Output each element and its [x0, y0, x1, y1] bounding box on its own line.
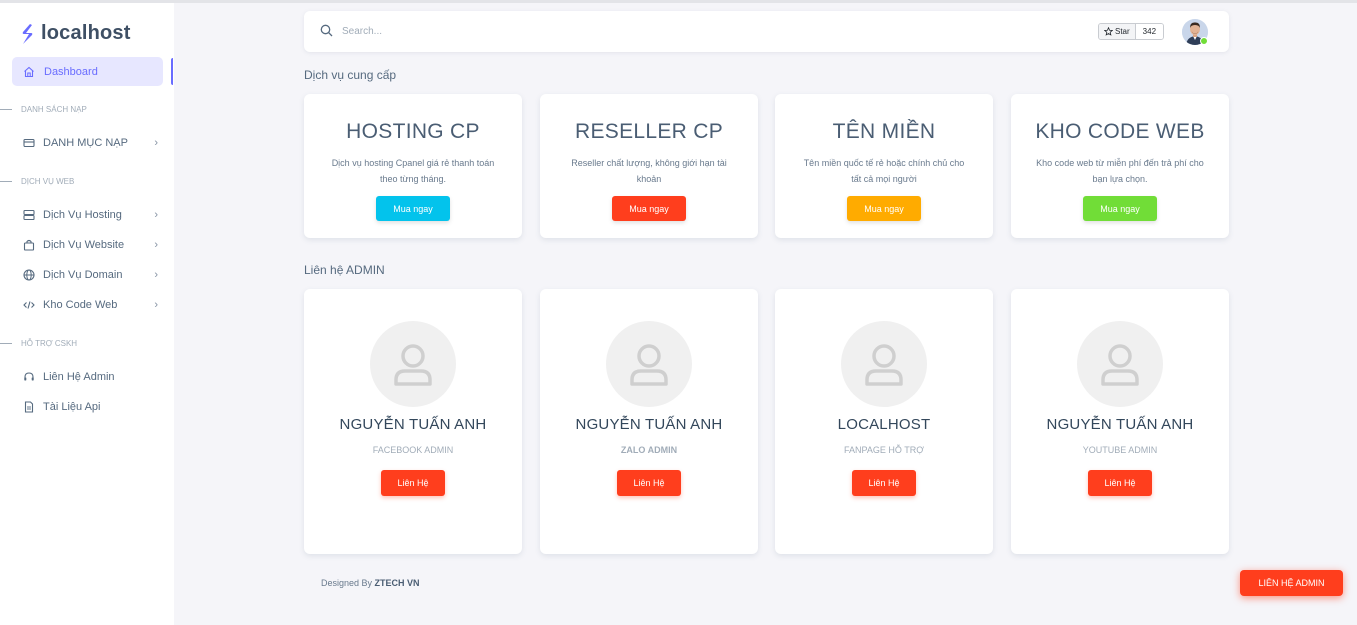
contact-role: ZALO ADMIN — [620, 445, 678, 455]
service-card-hosting: HOSTING CP Dịch vụ hosting Cpanel giá rẻ… — [304, 94, 522, 238]
contact-button[interactable]: Liên Hệ — [617, 470, 681, 496]
contact-button[interactable]: Liên Hệ — [1088, 470, 1152, 496]
online-status-dot — [1200, 37, 1208, 45]
globe-icon — [23, 269, 35, 281]
sidebar-item-label: Dashboard — [44, 65, 98, 78]
sidebar-item-domain[interactable]: Dịch Vụ Domain › — [23, 266, 158, 284]
contact-name: NGUYỄN TUẤN ANH — [1046, 416, 1194, 433]
sidebar-item-website[interactable]: Dịch Vụ Website › — [23, 236, 158, 254]
brand-name: localhost — [41, 22, 131, 44]
service-title: KHO CODE WEB — [1035, 120, 1205, 143]
menu-header-support: HỖ TRỢ CSKH — [0, 339, 77, 348]
search-input[interactable] — [342, 23, 482, 39]
chevron-right-icon: › — [154, 137, 158, 149]
chevron-right-icon: › — [154, 299, 158, 311]
contact-button[interactable]: Liên Hệ — [852, 470, 916, 496]
menu-header-deposit: DANH SÁCH NẠP — [0, 105, 87, 114]
headset-icon — [23, 371, 35, 383]
shopping-bag-icon — [23, 239, 35, 251]
service-title: TÊN MIỀN — [832, 120, 936, 143]
code-icon — [23, 299, 35, 311]
contacts-section-title: Liên hệ ADMIN — [304, 263, 385, 277]
contact-name: NGUYỄN TUẤN ANH — [575, 416, 723, 433]
credit-card-icon — [23, 137, 35, 149]
service-card-domain: TÊN MIỀN Tên miền quốc tế rẻ hoặc chính … — [775, 94, 993, 238]
contact-card-youtube: NGUYỄN TUẤN ANH YOUTUBE ADMIN Liên Hệ — [1011, 289, 1229, 554]
active-indicator — [171, 58, 173, 85]
buy-now-button[interactable]: Mua ngay — [1083, 196, 1157, 221]
sidebar-item-api-docs[interactable]: Tài Liệu Api — [23, 398, 158, 416]
contact-name: NGUYỄN TUẤN ANH — [339, 416, 487, 433]
document-icon — [23, 401, 35, 413]
chevron-right-icon: › — [154, 239, 158, 251]
home-icon — [24, 66, 34, 77]
chevron-right-icon: › — [154, 269, 158, 281]
contact-admin-floating-button[interactable]: LIÊN HỆ ADMIN — [1240, 570, 1343, 596]
footer: Designed By ZTECH VN — [321, 578, 420, 588]
top-navbar: Star 342 — [304, 11, 1229, 52]
sidebar-item-contact-admin[interactable]: Liên Hệ Admin — [23, 368, 158, 386]
sidebar-item-hosting[interactable]: Dịch Vụ Hosting › — [23, 206, 158, 224]
sidebar-item-label: Dịch Vụ Hosting — [43, 209, 122, 221]
sidebar-item-dashboard[interactable]: Dashboard — [12, 57, 163, 86]
chevron-right-icon: › — [154, 209, 158, 221]
sidebar-item-label: Dịch Vụ Domain — [43, 269, 123, 281]
buy-now-button[interactable]: Mua ngay — [612, 196, 686, 221]
star-icon — [1104, 27, 1113, 36]
sidebar-item-label: Kho Code Web — [43, 299, 118, 311]
star-label: Star — [1115, 27, 1130, 36]
contact-card-facebook: NGUYỄN TUẤN ANH FACEBOOK ADMIN Liên Hệ — [304, 289, 522, 554]
service-title: HOSTING CP — [346, 120, 480, 143]
services-section-title: Dịch vụ cung cấp — [304, 68, 397, 82]
user-placeholder-icon — [606, 321, 692, 407]
logo-icon — [22, 23, 33, 44]
contact-button[interactable]: Liên Hệ — [381, 470, 445, 496]
footer-prefix: Designed By — [321, 578, 373, 588]
sidebar: localhost Dashboard DANH SÁCH NẠP DANH M… — [0, 3, 174, 625]
sidebar-item-label: Liên Hệ Admin — [43, 371, 115, 383]
footer-company-link[interactable]: ZTECH VN — [375, 578, 420, 588]
service-description: Reseller chất lượng, không giới hạn tài … — [571, 158, 727, 184]
service-title: RESELLER CP — [574, 120, 724, 143]
user-placeholder-icon — [370, 321, 456, 407]
menu-header-web-services: DỊCH VỤ WEB — [0, 177, 74, 186]
contact-card-zalo: NGUYỄN TUẤN ANH ZALO ADMIN Liên Hệ — [540, 289, 758, 554]
star-count: 342 — [1135, 24, 1164, 39]
contact-name: LOCALHOST — [837, 416, 931, 433]
buy-now-button[interactable]: Mua ngay — [847, 196, 921, 221]
contact-role: FANPAGE HỖ TRỢ — [844, 445, 924, 455]
service-description: Kho code web từ miễn phí đến trả phí cho… — [1036, 158, 1204, 184]
server-icon — [23, 209, 35, 221]
service-description: Tên miền quốc tế rẻ hoặc chính chủ cho t… — [803, 158, 965, 184]
sidebar-item-label: DANH MỤC NẠP — [43, 137, 128, 149]
service-card-code-store: KHO CODE WEB Kho code web từ miễn phí đế… — [1011, 94, 1229, 238]
user-placeholder-icon — [1077, 321, 1163, 407]
sidebar-item-label: Dịch Vụ Website — [43, 239, 125, 251]
sidebar-item-code-store[interactable]: Kho Code Web › — [23, 296, 158, 314]
top-border — [0, 0, 1357, 3]
github-star-button[interactable]: Star 342 — [1098, 23, 1165, 40]
buy-now-button[interactable]: Mua ngay — [376, 196, 450, 221]
contact-card-fanpage: LOCALHOST FANPAGE HỖ TRỢ Liên Hệ — [775, 289, 993, 554]
sidebar-item-deposit-list[interactable]: DANH MỤC NẠP › — [23, 134, 158, 152]
service-card-reseller: RESELLER CP Reseller chất lượng, không g… — [540, 94, 758, 238]
user-placeholder-icon — [841, 321, 927, 407]
contact-role: YOUTUBE ADMIN — [1082, 445, 1158, 455]
service-description: Dịch vụ hosting Cpanel giá rẻ thanh toán… — [331, 158, 495, 184]
brand-logo[interactable]: localhost — [20, 22, 131, 45]
contact-role: FACEBOOK ADMIN — [372, 445, 454, 455]
sidebar-item-label: Tài Liệu Api — [43, 401, 101, 413]
search-icon — [320, 24, 333, 37]
